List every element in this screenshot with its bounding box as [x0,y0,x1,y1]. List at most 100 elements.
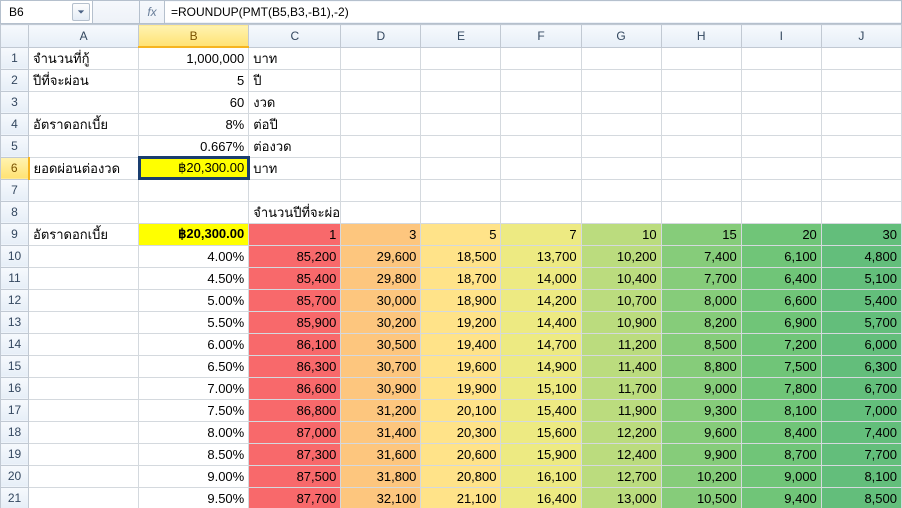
cell-B18[interactable]: 8.00% [139,421,249,443]
cell-A3[interactable] [29,91,139,113]
cell-E6[interactable] [421,157,501,179]
cell-A11[interactable] [29,267,139,289]
cell-F16[interactable]: 15,100 [501,377,581,399]
cell-E8[interactable] [421,201,501,223]
cell-A12[interactable] [29,289,139,311]
cell-G6[interactable] [581,157,661,179]
cell-H4[interactable] [661,113,741,135]
cell-J8[interactable] [821,201,901,223]
cell-E11[interactable]: 18,700 [421,267,501,289]
cell-I19[interactable]: 8,700 [741,443,821,465]
cell-A4[interactable]: อัตราดอกเบี้ย [29,113,139,135]
cell-J14[interactable]: 6,000 [821,333,901,355]
cell-C15[interactable]: 86,300 [249,355,341,377]
cell-G21[interactable]: 13,000 [581,487,661,508]
cell-F4[interactable] [501,113,581,135]
cell-F9[interactable]: 7 [501,223,581,245]
cell-B7[interactable] [139,179,249,201]
cell-C13[interactable]: 85,900 [249,311,341,333]
cell-F10[interactable]: 13,700 [501,245,581,267]
cell-I20[interactable]: 9,000 [741,465,821,487]
cell-A16[interactable] [29,377,139,399]
cell-F7[interactable] [501,179,581,201]
cell-A17[interactable] [29,399,139,421]
cell-D20[interactable]: 31,800 [341,465,421,487]
cell-F14[interactable]: 14,700 [501,333,581,355]
cell-F18[interactable]: 15,600 [501,421,581,443]
cell-I1[interactable] [741,47,821,69]
cell-I12[interactable]: 6,600 [741,289,821,311]
cell-J7[interactable] [821,179,901,201]
cell-A10[interactable] [29,245,139,267]
cell-J15[interactable]: 6,300 [821,355,901,377]
cell-I5[interactable] [741,135,821,157]
col-header-H[interactable]: H [661,25,741,48]
cell-J13[interactable]: 5,700 [821,311,901,333]
cell-A18[interactable] [29,421,139,443]
cell-B5[interactable]: 0.667% [139,135,249,157]
cell-I2[interactable] [741,69,821,91]
cell-I15[interactable]: 7,500 [741,355,821,377]
cell-E9[interactable]: 5 [421,223,501,245]
cell-D11[interactable]: 29,800 [341,267,421,289]
cell-A6[interactable]: ยอดผ่อนต่องวด [29,157,139,179]
cell-H15[interactable]: 8,800 [661,355,741,377]
cell-H13[interactable]: 8,200 [661,311,741,333]
cell-J4[interactable] [821,113,901,135]
cell-G18[interactable]: 12,200 [581,421,661,443]
cell-C19[interactable]: 87,300 [249,443,341,465]
cell-F13[interactable]: 14,400 [501,311,581,333]
row-header-11[interactable]: 11 [1,267,29,289]
cell-B4[interactable]: 8% [139,113,249,135]
cell-D18[interactable]: 31,400 [341,421,421,443]
cell-C16[interactable]: 86,600 [249,377,341,399]
cell-H20[interactable]: 10,200 [661,465,741,487]
cell-D14[interactable]: 30,500 [341,333,421,355]
cell-G4[interactable] [581,113,661,135]
cell-I9[interactable]: 20 [741,223,821,245]
cell-F19[interactable]: 15,900 [501,443,581,465]
cell-I8[interactable] [741,201,821,223]
cell-G9[interactable]: 10 [581,223,661,245]
cell-A9[interactable]: อัตราดอกเบี้ย [29,223,139,245]
cell-E10[interactable]: 18,500 [421,245,501,267]
row-header-4[interactable]: 4 [1,113,29,135]
spreadsheet-grid[interactable]: ABCDEFGHIJ 1จำนวนที่กู้1,000,000บาท2ปีที… [0,24,902,508]
cell-C21[interactable]: 87,700 [249,487,341,508]
cell-I10[interactable]: 6,100 [741,245,821,267]
cell-J9[interactable]: 30 [821,223,901,245]
cell-A5[interactable] [29,135,139,157]
cell-C8[interactable]: จำนวนปีที่จะผ่อน [249,201,341,223]
cell-J12[interactable]: 5,400 [821,289,901,311]
cell-B17[interactable]: 7.50% [139,399,249,421]
col-header-F[interactable]: F [501,25,581,48]
cell-E13[interactable]: 19,200 [421,311,501,333]
cell-H16[interactable]: 9,000 [661,377,741,399]
col-header-C[interactable]: C [249,25,341,48]
select-all-cell[interactable] [1,25,29,48]
cell-E1[interactable] [421,47,501,69]
cell-J2[interactable] [821,69,901,91]
row-header-21[interactable]: 21 [1,487,29,508]
cell-H17[interactable]: 9,300 [661,399,741,421]
cell-C14[interactable]: 86,100 [249,333,341,355]
cell-F6[interactable] [501,157,581,179]
cell-E20[interactable]: 20,800 [421,465,501,487]
cell-F11[interactable]: 14,000 [501,267,581,289]
name-box-dropdown[interactable] [72,3,90,21]
cell-I13[interactable]: 6,900 [741,311,821,333]
cell-J16[interactable]: 6,700 [821,377,901,399]
cell-H8[interactable] [661,201,741,223]
cell-H6[interactable] [661,157,741,179]
cell-C3[interactable]: งวด [249,91,341,113]
col-header-J[interactable]: J [821,25,901,48]
cell-G14[interactable]: 11,200 [581,333,661,355]
cell-C2[interactable]: ปี [249,69,341,91]
cell-H5[interactable] [661,135,741,157]
cell-E21[interactable]: 21,100 [421,487,501,508]
cell-I3[interactable] [741,91,821,113]
cell-B6[interactable]: ฿20,300.00 [139,157,249,179]
name-box[interactable]: B6 [1,1,93,23]
row-header-7[interactable]: 7 [1,179,29,201]
cell-D17[interactable]: 31,200 [341,399,421,421]
